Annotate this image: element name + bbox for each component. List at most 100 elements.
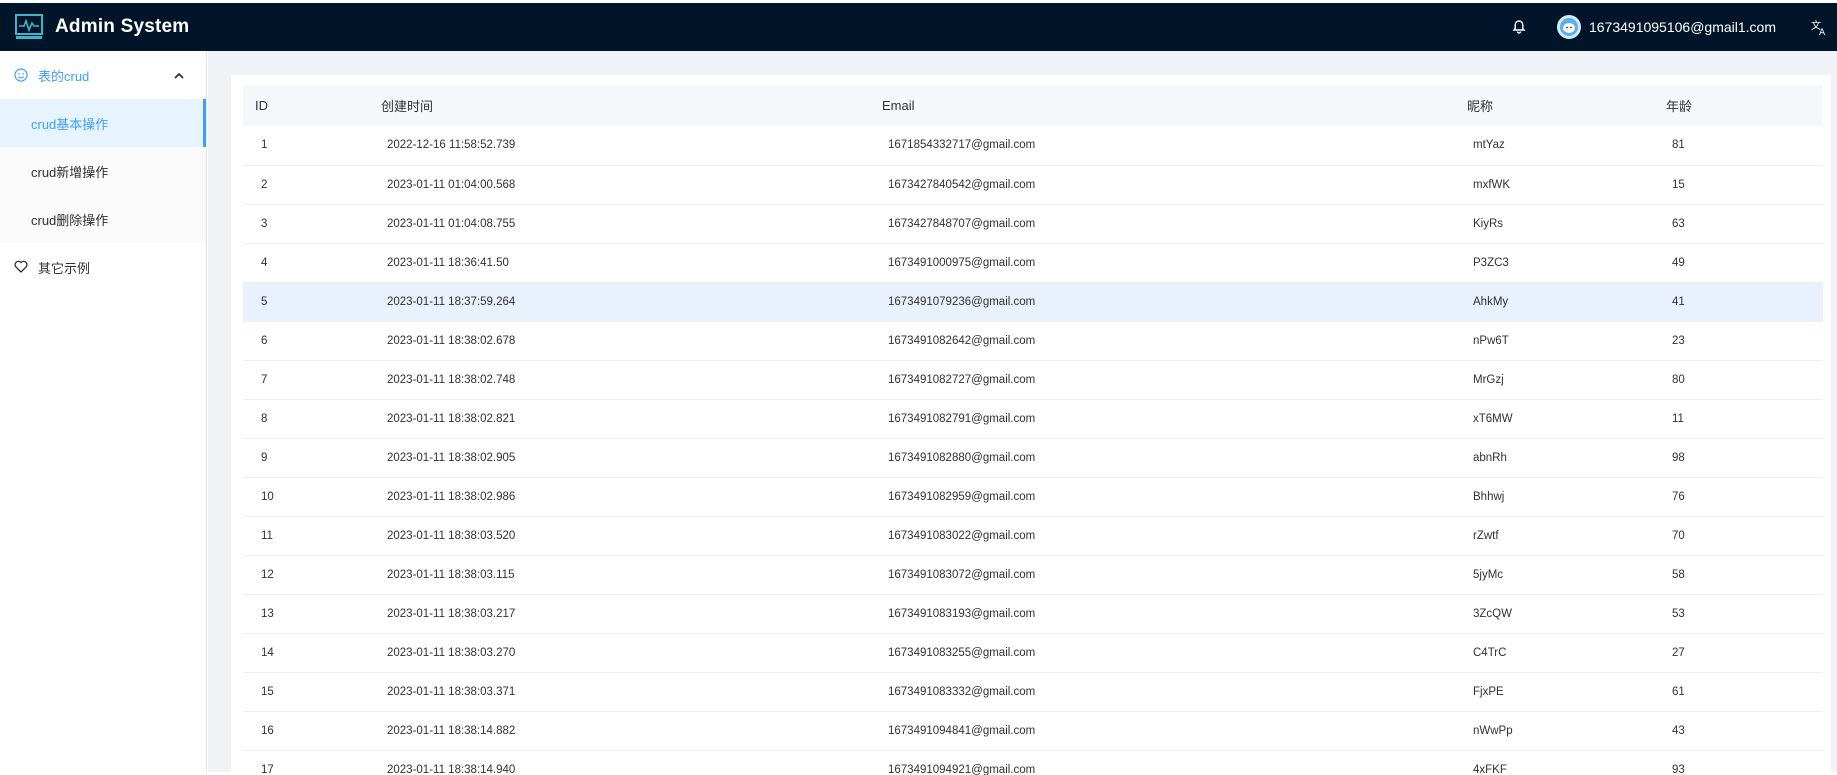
cell-nickname: P3ZC3 <box>1473 256 1509 269</box>
table-row[interactable]: 10 2023-01-11 18:38:02.986 1673491082959@g… <box>243 477 1823 516</box>
cell-nickname: nPw6T <box>1473 334 1509 347</box>
cell-nickname: 5jyMc <box>1473 568 1504 581</box>
table-row[interactable]: 3 2023-01-11 01:04:08.755 1673427848707@gm… <box>243 204 1823 243</box>
bell-icon[interactable] <box>1511 19 1527 35</box>
cell-created: 2023-01-11 18:38:03.371 <box>387 685 516 698</box>
sidebar-item-crud-add[interactable]: crud新增操作 <box>0 147 206 195</box>
cell-email: 1673427848707@gmail.com <box>888 217 1036 230</box>
table-row[interactable]: 12 2023-01-11 18:38:03.115 1673491083072@g… <box>243 555 1823 594</box>
cell-id: 2 <box>261 178 268 191</box>
cell-age: 41 <box>1672 295 1685 308</box>
cell-email: 1673427840542@gmail.com <box>888 178 1036 191</box>
cell-age: 11 <box>1672 412 1684 425</box>
user-avatar-icon <box>1559 18 1578 36</box>
cell-created: 2023-01-11 18:38:14.940 <box>387 763 516 775</box>
cell-age: 93 <box>1672 763 1685 775</box>
cell-age: 61 <box>1672 685 1685 698</box>
svg-text:A: A <box>1819 28 1826 36</box>
cell-id: 3 <box>261 217 268 230</box>
table-row[interactable]: 13 2023-01-11 18:38:03.217 1673491083193@g… <box>243 594 1823 633</box>
logo[interactable]: Admin System <box>0 14 189 40</box>
cell-age: 53 <box>1672 607 1685 620</box>
cell-nickname: nWwPp <box>1473 724 1513 737</box>
cell-created: 2023-01-11 18:38:14.882 <box>387 724 516 737</box>
table-row[interactable]: 7 2023-01-11 18:38:02.748 1673491082727@gm… <box>243 360 1823 399</box>
cell-id: 15 <box>261 685 274 698</box>
activity-monitor-icon <box>15 14 43 39</box>
cell-id: 16 <box>261 724 274 737</box>
cell-id: 7 <box>261 373 268 386</box>
cell-nickname: abnRh <box>1473 451 1507 464</box>
table-row[interactable]: 16 2023-01-11 18:38:14.882 1673491094841@g… <box>243 711 1823 750</box>
sidebar-item-crud-basic[interactable]: crud基本操作 <box>0 99 206 147</box>
cell-created: 2022-12-16 11:58:52.739 <box>387 139 516 152</box>
sidebar-item-other-examples[interactable]: 其它示例 <box>0 243 206 291</box>
table-row[interactable]: 8 2023-01-11 18:38:02.821 1673491082791@gm… <box>243 399 1823 438</box>
cell-id: 5 <box>261 295 268 308</box>
table-row[interactable]: 11 2023-01-11 18:38:03.520 1673491083022@g… <box>243 516 1823 555</box>
cell-id: 17 <box>261 763 274 775</box>
cell-email: 1673491083022@gmail.com <box>888 529 1036 542</box>
cell-email: 1673491000975@gmail.com <box>888 256 1036 269</box>
cell-nickname: mtYaz <box>1473 139 1505 152</box>
cell-created: 2023-01-11 01:04:00.568 <box>387 178 516 191</box>
column-header-created[interactable]: 创建时间 <box>369 85 870 126</box>
table-row[interactable]: 2 2023-01-11 01:04:00.568 1673427840542@gm… <box>243 165 1823 204</box>
chevron-up-icon[interactable] <box>174 68 184 83</box>
cell-email: 1673491079236@gmail.com <box>888 295 1036 308</box>
table-row[interactable]: 17 2023-01-11 18:38:14.940 1673491094921@g… <box>243 750 1823 775</box>
cell-created: 2023-01-11 18:37:59.264 <box>387 295 516 308</box>
cell-id: 10 <box>261 490 274 503</box>
smile-icon <box>14 67 29 83</box>
sidebar-group-table-crud[interactable]: 表的crud <box>0 51 206 99</box>
table-card: ID 创建时间 Email 昵称 年龄 1 2022-12-16 11:58:52… <box>231 75 1831 775</box>
cell-created: 2023-01-11 01:04:08.755 <box>387 217 516 230</box>
sidebar-item-label: 其它示例 <box>38 260 91 276</box>
cell-email: 1673491083332@gmail.com <box>888 685 1036 698</box>
sidebar-item-label: crud基本操作 <box>31 116 109 132</box>
cell-age: 98 <box>1672 451 1685 464</box>
app-title: Admin System <box>55 16 190 37</box>
column-header-email[interactable]: Email <box>870 85 1455 126</box>
cell-age: 58 <box>1672 568 1685 581</box>
cell-age: 23 <box>1672 334 1685 347</box>
cell-id: 9 <box>261 451 268 464</box>
table-row[interactable]: 4 2023-01-11 18:36:41.50 1673491000975@gma… <box>243 243 1823 282</box>
cell-created: 2023-01-11 18:38:02.678 <box>387 334 516 347</box>
table-row[interactable]: 9 2023-01-11 18:38:02.905 1673491082880@gm… <box>243 438 1823 477</box>
cell-email: 1673491083255@gmail.com <box>888 646 1036 659</box>
cell-email: 1673491082959@gmail.com <box>888 490 1036 503</box>
cell-email: 1673491094921@gmail.com <box>888 763 1036 775</box>
table-row[interactable]: 15 2023-01-11 18:38:03.371 1673491083332@g… <box>243 672 1823 711</box>
table-row[interactable]: 5 2023-01-11 18:37:59.264 1673491079236@gm… <box>243 282 1823 321</box>
cell-created: 2023-01-11 18:38:03.217 <box>387 607 516 620</box>
cell-email: 1673491082791@gmail.com <box>888 412 1036 425</box>
table-row[interactable]: 14 2023-01-11 18:38:03.270 1673491083255@g… <box>243 633 1823 672</box>
column-header-nickname[interactable]: 昵称 <box>1455 85 1654 126</box>
table-row[interactable]: 1 2022-12-16 11:58:52.739 1671854332717@gm… <box>243 126 1823 165</box>
heart-icon <box>14 260 29 275</box>
cell-nickname: Bhhwj <box>1473 490 1505 503</box>
column-header-age[interactable]: 年龄 <box>1654 85 1823 126</box>
sidebar-item-label: crud新增操作 <box>31 164 109 180</box>
cell-id: 6 <box>261 334 268 347</box>
table-row[interactable]: 6 2023-01-11 18:38:02.678 1673491082642@gm… <box>243 321 1823 360</box>
translate-icon[interactable]: 文 A <box>1811 18 1829 36</box>
table-header-row: ID 创建时间 Email 昵称 年龄 <box>243 85 1823 126</box>
user-email[interactable]: 1673491095106@gmail1.com <box>1589 19 1776 35</box>
cell-age: 15 <box>1672 178 1685 191</box>
avatar[interactable] <box>1556 15 1581 39</box>
cell-nickname: AhkMy <box>1473 295 1509 308</box>
cell-created: 2023-01-11 18:38:03.270 <box>387 646 516 659</box>
header-actions: 1673491095106@gmail1.com 文 A <box>1511 3 1837 51</box>
cell-nickname: xT6MW <box>1473 412 1513 425</box>
sidebar-item-crud-delete[interactable]: crud删除操作 <box>0 195 206 243</box>
cell-email: 1673491083072@gmail.com <box>888 568 1036 581</box>
main-content: ID 创建时间 Email 昵称 年龄 1 2022-12-16 11:58:52… <box>208 51 1837 775</box>
cell-email: 1673491082880@gmail.com <box>888 451 1036 464</box>
cell-email: 1673491083193@gmail.com <box>888 607 1036 620</box>
cell-nickname: KiyRs <box>1473 217 1504 230</box>
column-header-id[interactable]: ID <box>243 85 369 126</box>
cell-id: 14 <box>261 646 274 659</box>
cell-age: 76 <box>1672 490 1685 503</box>
